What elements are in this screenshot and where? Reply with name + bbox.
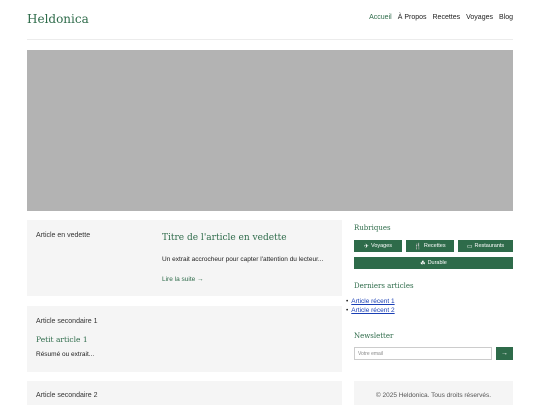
plane-icon: ✈ bbox=[363, 243, 369, 250]
categories-title: Rubriques bbox=[354, 224, 391, 232]
nav-blog[interactable]: Blog bbox=[499, 14, 513, 21]
category-durable-button[interactable]: ☘ Durable bbox=[354, 257, 513, 269]
newsletter-title: Newsletter bbox=[354, 332, 394, 340]
nav-recettes[interactable]: Recettes bbox=[433, 14, 461, 21]
secondary-image: Article secondaire 2 bbox=[36, 392, 98, 399]
newsletter-submit-button[interactable]: → bbox=[496, 347, 513, 360]
recent-list-item: • Article récent 1 bbox=[346, 298, 395, 305]
recent-article-link[interactable]: Article récent 1 bbox=[351, 298, 394, 305]
nav-accueil[interactable]: Accueil bbox=[369, 14, 392, 21]
featured-article-card: Article en vedette Titre de l'article en… bbox=[27, 220, 342, 296]
category-voyages-button[interactable]: ✈ Voyages bbox=[354, 240, 402, 252]
secondary-article-card: Article secondaire 2 bbox=[27, 381, 342, 405]
store-icon: ▭ bbox=[466, 243, 473, 250]
featured-excerpt: Un extrait accrocheur pour capter l'atte… bbox=[162, 256, 324, 263]
category-recettes-button[interactable]: 🍴 Recettes bbox=[406, 240, 454, 252]
recent-title: Derniers articles bbox=[354, 282, 414, 290]
site-header: Heldonica Accueil À Propos Recettes Voya… bbox=[27, 8, 513, 40]
featured-image: Article en vedette bbox=[36, 232, 91, 239]
nav-voyages[interactable]: Voyages bbox=[466, 14, 493, 21]
site-logo[interactable]: Heldonica bbox=[27, 12, 89, 26]
read-more-link[interactable]: Lire la suite → bbox=[162, 276, 204, 283]
secondary-title[interactable]: Petit article 1 bbox=[36, 335, 88, 344]
utensils-icon: 🍴 bbox=[414, 243, 422, 250]
main-nav: Accueil À Propos Recettes Voyages Blog bbox=[369, 14, 513, 21]
secondary-article-card: Article secondaire 1 Petit article 1 Rés… bbox=[27, 306, 342, 372]
hero-image bbox=[27, 50, 513, 211]
site-footer: © 2025 Heldonica. Tous droits réservés. bbox=[354, 381, 513, 405]
email-input[interactable]: Votre email bbox=[354, 347, 492, 360]
recent-list-item: • Article récent 2 bbox=[346, 307, 395, 314]
secondary-image: Article secondaire 1 bbox=[36, 318, 98, 325]
leaf-icon: ☘ bbox=[420, 260, 426, 267]
secondary-excerpt: Résumé ou extrait... bbox=[36, 351, 95, 358]
recent-article-link[interactable]: Article récent 2 bbox=[351, 307, 394, 314]
featured-title[interactable]: Titre de l'article en vedette bbox=[162, 233, 287, 243]
category-restaurants-button[interactable]: ▭ Restaurants bbox=[458, 240, 513, 252]
nav-a-propos[interactable]: À Propos bbox=[398, 14, 427, 21]
